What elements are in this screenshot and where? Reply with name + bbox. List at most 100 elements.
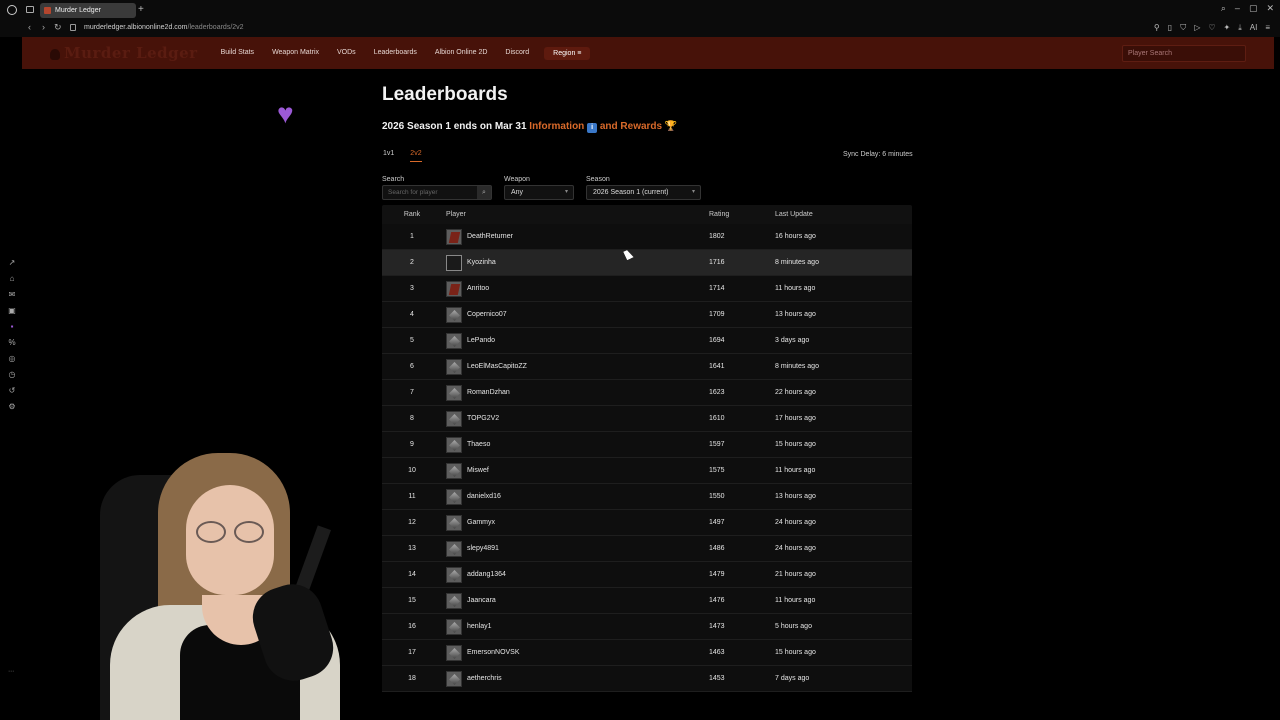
table-row[interactable]: 1 DeathReturner 1802 16 hours ago [382,224,912,250]
table-row[interactable]: 13 slepy4891 1486 24 hours ago [382,536,912,562]
player-name[interactable]: DeathReturner [467,233,513,240]
player-cell[interactable]: addang1364 [442,566,705,583]
heart-outline-icon[interactable]: ♡ [1208,23,1215,33]
player-search-field[interactable]: Search for player ⌕ [382,185,492,200]
shield-icon[interactable]: ⛉ [1180,23,1186,33]
player-cell[interactable]: EmersonNOVSK [442,644,705,661]
sidebar-twitch-icon[interactable]: ▪ [8,322,16,331]
player-cell[interactable]: aetherchris [442,670,705,687]
sidebar-target-icon[interactable]: ◎ [8,354,16,363]
player-name[interactable]: Jaancara [467,597,496,604]
player-cell[interactable]: TOPG2V2 [442,410,705,427]
player-name[interactable]: Miswef [467,467,489,474]
player-cell[interactable]: Kyozinha [442,254,705,271]
player-cell[interactable]: Copernico07 [442,306,705,323]
header-player[interactable]: Player [442,211,705,218]
header-rating[interactable]: Rating [705,211,775,218]
player-cell[interactable]: DeathReturner [442,228,705,245]
player-cell[interactable]: Jaancara [442,592,705,609]
header-last-update[interactable]: Last Update [775,211,912,218]
table-row[interactable]: 2 Kyozinha 1716 8 minutes ago [382,250,912,276]
player-search-input[interactable]: Player Search [1122,45,1246,62]
table-row[interactable]: 9 Thaeso 1597 15 hours ago [382,432,912,458]
player-cell[interactable]: Thaeso [442,436,705,453]
player-name[interactable]: aetherchris [467,675,502,682]
player-cell[interactable]: Gammyx [442,514,705,531]
table-row[interactable]: 6 LeoElMasCapitoZZ 1641 8 minutes ago [382,354,912,380]
nav-build-stats[interactable]: Build Stats [212,37,263,69]
play-icon[interactable]: ▷ [1194,23,1200,33]
player-name[interactable]: Copernico07 [467,311,507,318]
table-row[interactable]: 5 LePando 1694 3 days ago [382,328,912,354]
forward-icon[interactable]: › [42,22,45,32]
sidebar-note-icon[interactable]: ▣ [8,306,16,315]
menu-icon[interactable]: ≡ [1265,23,1270,33]
player-cell[interactable]: LePando [442,332,705,349]
player-name[interactable]: Gammyx [467,519,495,526]
nav-weapon-matrix[interactable]: Weapon Matrix [263,37,328,69]
information-link[interactable]: Information [529,121,584,132]
player-name[interactable]: addang1364 [467,571,506,578]
tab-1v1[interactable]: 1v1 [383,150,394,162]
table-row[interactable]: 11 danielxd16 1550 13 hours ago [382,484,912,510]
player-name[interactable]: slepy4891 [467,545,499,552]
sidebar-clock-icon[interactable]: ◷ [8,370,16,379]
player-cell[interactable]: henlay1 [442,618,705,635]
table-row[interactable]: 17 EmersonNOVSK 1463 15 hours ago [382,640,912,666]
extension-icon[interactable]: ✦ [1224,23,1231,33]
search-icon[interactable]: ⌕ [477,186,491,199]
site-logo[interactable]: Murder Ledger [50,44,198,62]
minimize-icon[interactable]: – [1235,3,1240,14]
browser-logo-icon[interactable] [7,5,17,15]
maximize-icon[interactable]: ▢ [1249,3,1258,14]
nav-discord[interactable]: Discord [496,37,538,69]
table-row[interactable]: 7 RomanDzhan 1623 22 hours ago [382,380,912,406]
nav-leaderboards[interactable]: Leaderboards [365,37,426,69]
rewards-link[interactable]: and Rewards [600,121,662,132]
nav-vods[interactable]: VODs [328,37,365,69]
player-name[interactable]: RomanDzhan [467,389,510,396]
table-row[interactable]: 16 henlay1 1473 5 hours ago [382,614,912,640]
sidebar-settings-icon[interactable]: ⚙ [8,402,16,411]
browser-search-icon[interactable]: ⌕ [1221,3,1226,14]
player-cell[interactable]: slepy4891 [442,540,705,557]
back-icon[interactable]: ‹ [28,22,31,32]
player-name[interactable]: danielxd16 [467,493,501,500]
browser-tab[interactable]: Murder Ledger [40,3,136,18]
download-icon[interactable]: ⤓ [1238,23,1242,33]
player-name[interactable]: henlay1 [467,623,492,630]
pin-icon[interactable]: ⚲ [1154,23,1160,33]
table-row[interactable]: 18 aetherchris 1453 7 days ago [382,666,912,692]
weapon-select[interactable]: Any ▾ [504,185,574,200]
player-name[interactable]: Anritoo [467,285,489,292]
player-cell[interactable]: Miswef [442,462,705,479]
sidebar-chat-icon[interactable]: ✉ [8,290,16,299]
sidebar-more-icon[interactable]: ⋯ [8,668,14,675]
player-name[interactable]: Thaeso [467,441,490,448]
reload-icon[interactable]: ↻ [54,22,62,33]
sidebar-percent-icon[interactable]: % [8,338,16,347]
tab-menu-icon[interactable] [26,6,34,13]
table-row[interactable]: 14 addang1364 1479 21 hours ago [382,562,912,588]
sidebar-icon[interactable]: ▯ [1168,23,1172,33]
table-row[interactable]: 12 Gammyx 1497 24 hours ago [382,510,912,536]
player-cell[interactable]: RomanDzhan [442,384,705,401]
sidebar-arrow-icon[interactable]: ↗ [8,258,16,267]
ai-icon[interactable]: AI [1250,23,1258,33]
sidebar-bag-icon[interactable]: ⌂ [8,274,16,283]
region-button[interactable]: Region ≡ [544,46,591,60]
player-cell[interactable]: Anritoo [442,280,705,297]
player-name[interactable]: LeoElMasCapitoZZ [467,363,527,370]
player-name[interactable]: Kyozinha [467,259,496,266]
season-select[interactable]: 2026 Season 1 (current) ▾ [586,185,701,200]
table-row[interactable]: 10 Miswef 1575 11 hours ago [382,458,912,484]
header-rank[interactable]: Rank [382,211,442,218]
player-name[interactable]: LePando [467,337,495,344]
table-row[interactable]: 8 TOPG2V2 1610 17 hours ago [382,406,912,432]
sidebar-refresh-icon[interactable]: ↺ [8,386,16,395]
url-field[interactable]: murderledger.albiononline2d.com/leaderbo… [84,24,244,31]
player-name[interactable]: EmersonNOVSK [467,649,520,656]
player-name[interactable]: TOPG2V2 [467,415,499,422]
nav-albion-online-2d[interactable]: Albion Online 2D [426,37,497,69]
table-row[interactable]: 15 Jaancara 1476 11 hours ago [382,588,912,614]
